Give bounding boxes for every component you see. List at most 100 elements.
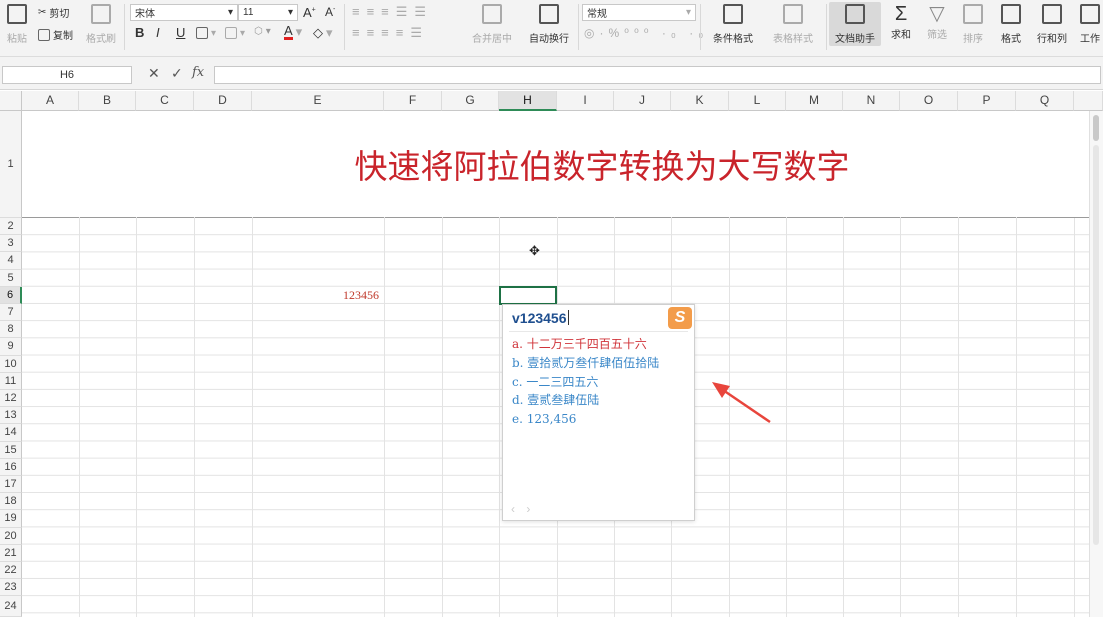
row-header[interactable]: 23: [0, 579, 22, 597]
column-header[interactable]: L: [729, 91, 786, 111]
column-header[interactable]: B: [79, 91, 136, 111]
column-header[interactable]: F: [384, 91, 442, 111]
column-header[interactable]: E: [252, 91, 384, 111]
font-color-button[interactable]: A ▾: [284, 24, 302, 40]
number-style-buttons[interactable]: ◎·%⁰⁰⁰ ·₀ ·₀: [584, 26, 708, 40]
formula-input[interactable]: [214, 66, 1101, 84]
row-header[interactable]: 11: [0, 372, 22, 390]
bold-button[interactable]: B: [135, 25, 144, 40]
column-header[interactable]: Q: [1016, 91, 1074, 111]
column-header[interactable]: K: [671, 91, 729, 111]
ime-input-text[interactable]: v123456: [512, 310, 569, 326]
row-col-button[interactable]: 行和列: [1031, 4, 1073, 45]
row-header[interactable]: 18: [0, 493, 22, 511]
column-header[interactable]: P: [958, 91, 1016, 111]
row-header[interactable]: 12: [0, 390, 22, 408]
cut-button[interactable]: ✂ 剪切: [38, 5, 69, 20]
candidate-item[interactable]: b. 壹拾贰万叁仟肆佰伍拾陆: [512, 354, 659, 373]
sogou-logo-icon[interactable]: S: [668, 307, 692, 329]
function-icon[interactable]: fx: [192, 65, 204, 80]
row-header[interactable]: 1: [0, 111, 22, 218]
horizontal-align-buttons[interactable]: ≡≡≡≡☰: [352, 25, 429, 41]
row-header[interactable]: 24: [0, 596, 22, 617]
merge-center-button[interactable]: 合并居中: [464, 4, 520, 45]
column-header[interactable]: C: [136, 91, 194, 111]
italic-button[interactable]: I: [156, 25, 160, 40]
brush-icon: [91, 4, 111, 24]
column-header[interactable]: I: [557, 91, 614, 111]
name-box[interactable]: H6: [2, 66, 132, 84]
grid-col-line: [136, 218, 137, 617]
font-name-select[interactable]: 宋体 ▾: [130, 4, 238, 21]
row-header[interactable]: 20: [0, 527, 22, 545]
column-header[interactable]: D: [194, 91, 252, 111]
column-header-selected[interactable]: H: [499, 91, 557, 111]
row-header[interactable]: 16: [0, 458, 22, 476]
column-header[interactable]: A: [22, 91, 79, 111]
border-button[interactable]: ▾: [196, 27, 216, 39]
chevron-down-icon: ▾: [211, 27, 217, 39]
format-button[interactable]: 格式: [994, 4, 1028, 45]
decrease-font-button[interactable]: A-: [325, 5, 335, 19]
row-header[interactable]: 9: [0, 338, 22, 356]
scrollbar-track[interactable]: [1093, 145, 1099, 545]
row-header[interactable]: 5: [0, 269, 22, 287]
table-style-button[interactable]: 表格样式: [764, 4, 822, 45]
number-format-select[interactable]: 常规 ▾: [582, 4, 696, 21]
format-painter-button[interactable]: 格式刷: [84, 4, 118, 45]
row-header[interactable]: 7: [0, 304, 22, 322]
worksheet-button[interactable]: 工作: [1076, 4, 1103, 45]
active-cell-h6[interactable]: [499, 286, 557, 305]
paste-button[interactable]: 粘贴: [2, 4, 32, 45]
row-header[interactable]: 4: [0, 252, 22, 270]
row-header[interactable]: 21: [0, 544, 22, 562]
chevron-down-icon: ▾: [287, 7, 293, 18]
cell-e6-value[interactable]: 123456: [343, 288, 379, 303]
vertical-scrollbar[interactable]: [1089, 111, 1103, 617]
column-header[interactable]: J: [614, 91, 671, 111]
sort-button[interactable]: 排序: [956, 4, 990, 45]
row-header-selected[interactable]: 6: [0, 286, 22, 304]
column-header[interactable]: M: [786, 91, 843, 111]
row-header[interactable]: 15: [0, 441, 22, 459]
row-header[interactable]: 22: [0, 562, 22, 580]
scrollbar-thumb[interactable]: [1093, 115, 1099, 141]
row-header[interactable]: 13: [0, 407, 22, 425]
candidate-item[interactable]: d. 壹贰叁肆伍陆: [512, 391, 659, 410]
candidate-item[interactable]: a. 十二万三千四百五十六: [512, 335, 659, 354]
column-header[interactable]: N: [843, 91, 900, 111]
doc-assistant-button[interactable]: 文档助手: [830, 4, 880, 45]
increase-font-button[interactable]: A+: [303, 5, 316, 20]
row-header[interactable]: 8: [0, 321, 22, 339]
column-header[interactable]: [1074, 91, 1103, 111]
underline-button[interactable]: U: [176, 25, 185, 40]
row-header[interactable]: 17: [0, 476, 22, 494]
cancel-icon[interactable]: ✕: [148, 65, 160, 82]
row-header[interactable]: 14: [0, 424, 22, 442]
row-header[interactable]: 19: [0, 510, 22, 528]
conditional-format-button[interactable]: 条件格式: [706, 4, 760, 45]
annotation-arrow-icon: [712, 382, 771, 424]
clear-button[interactable]: ◇ ▾: [313, 25, 333, 41]
copy-button[interactable]: 复制: [38, 27, 73, 42]
confirm-icon[interactable]: ✓: [171, 65, 183, 82]
shape-button[interactable]: ⬡ ▾: [254, 26, 271, 37]
select-all-corner[interactable]: [0, 91, 22, 111]
fill-button[interactable]: ▾: [225, 27, 245, 39]
row-header[interactable]: 2: [0, 218, 22, 236]
vertical-align-buttons[interactable]: ≡≡≡☰☰: [352, 4, 433, 20]
column-header[interactable]: G: [442, 91, 499, 111]
candidate-item[interactable]: c. 一二三四五六: [512, 373, 659, 392]
candidate-item[interactable]: e. 123,456: [512, 410, 659, 429]
font-size-select[interactable]: 11 ▾: [238, 4, 298, 21]
sum-button[interactable]: Σ 求和: [884, 2, 918, 41]
page-nav-arrows[interactable]: ‹ ›: [511, 502, 534, 516]
wrap-text-button[interactable]: 自动换行: [524, 4, 574, 45]
filter-button[interactable]: ▽ 筛选: [920, 2, 954, 41]
column-header[interactable]: O: [900, 91, 958, 111]
row-header[interactable]: 10: [0, 355, 22, 373]
grid-col-line: [194, 218, 195, 617]
wrap-icon: [539, 4, 559, 24]
currency-percent-icon: ◎·%⁰⁰⁰ ·₀ ·₀: [584, 26, 709, 40]
row-header[interactable]: 3: [0, 235, 22, 253]
